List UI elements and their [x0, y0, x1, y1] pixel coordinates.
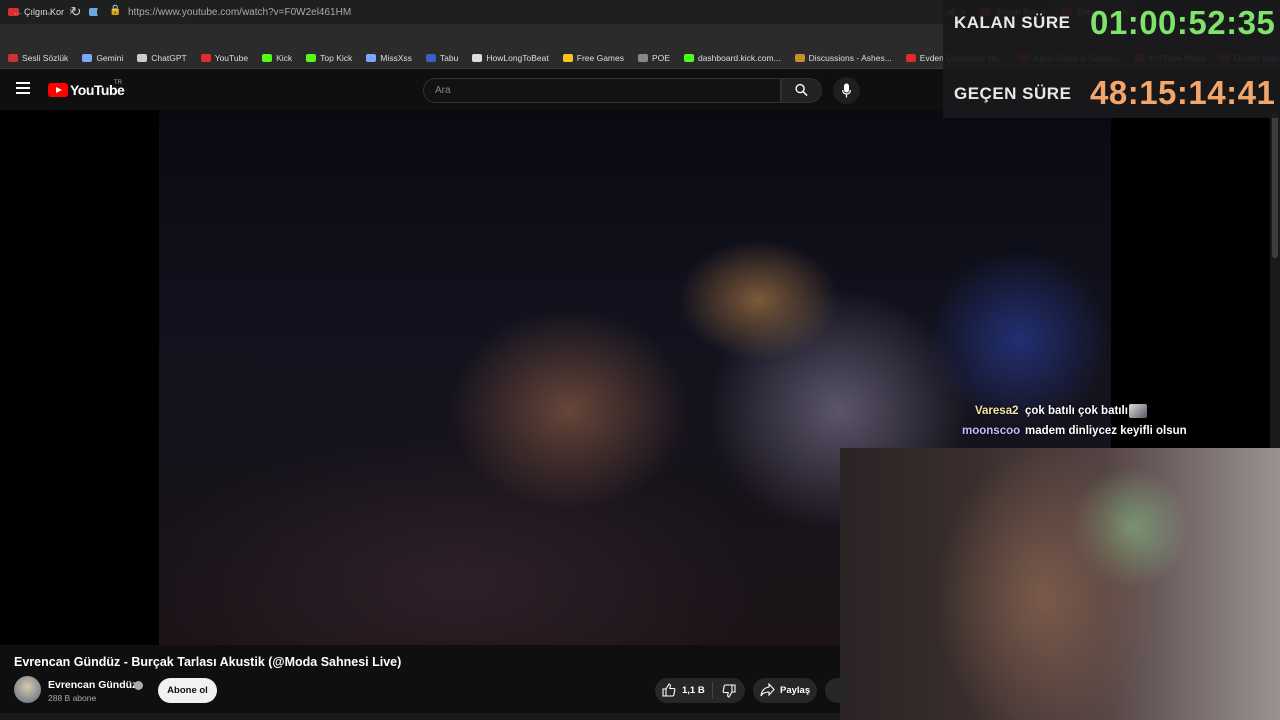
- like-divider: [712, 682, 713, 699]
- bookmark-label: Free Games: [576, 53, 624, 63]
- bookmark-label: Gemini: [96, 53, 124, 63]
- microphone-icon: [842, 83, 851, 98]
- bookmark-item[interactable]: Sesli Sözlük: [8, 53, 68, 63]
- bookmark-label: ChatGPT: [151, 53, 187, 63]
- chat-emote-icon: [1129, 404, 1147, 418]
- bookmark-favicon-icon: [683, 54, 694, 62]
- url-text[interactable]: https://www.youtube.com/watch?v=F0W2el46…: [128, 7, 351, 18]
- like-count: 1,1 B: [682, 685, 705, 696]
- reload-icon[interactable]: ↻: [67, 3, 85, 21]
- bookmark-favicon-icon: [638, 54, 648, 62]
- bookmark-favicon-icon: [562, 54, 573, 62]
- bookmark-item[interactable]: Tabu: [425, 53, 459, 63]
- channel-avatar[interactable]: [14, 676, 41, 703]
- bookmark-favicon-icon: [794, 54, 805, 62]
- bookmark-label: Kick: [276, 53, 293, 63]
- bookmark-label: Top Kick: [320, 53, 353, 63]
- thumbs-up-icon: [662, 683, 676, 697]
- bookmark-item[interactable]: Gemini: [82, 53, 123, 63]
- remaining-time-label: KALAN SÜRE: [954, 13, 1071, 32]
- bookmark-label: Discussions - Ashes...: [808, 53, 892, 63]
- bookmark-favicon-icon: [366, 54, 377, 62]
- bookmark-item[interactable]: dashboard.kick.com...: [683, 53, 781, 63]
- save-button[interactable]: [825, 678, 845, 703]
- lock-icon[interactable]: 🔒: [109, 5, 121, 16]
- bookmark-label: dashboard.kick.com...: [697, 53, 781, 63]
- chat-message: çok batılı çok batılı: [1025, 405, 1128, 417]
- bookmark-favicon-icon: [200, 54, 211, 62]
- bookmark-label: YouTube: [214, 53, 249, 63]
- elapsed-time-label: GEÇEN SÜRE: [954, 84, 1072, 103]
- youtube-logo-icon[interactable]: [48, 83, 68, 97]
- search-icon: [795, 83, 808, 97]
- subscriber-count: 288 B abone: [48, 693, 97, 703]
- share-icon: [760, 683, 775, 697]
- share-label: Paylaş: [780, 685, 811, 696]
- bookmark-label: POE: [652, 53, 670, 63]
- menu-icon[interactable]: [16, 82, 30, 94]
- bookmark-item[interactable]: Top Kick: [306, 53, 352, 63]
- bookmark-item[interactable]: Discussions - Ashes...: [794, 53, 892, 63]
- bookmark-favicon-icon: [472, 54, 483, 62]
- subscribe-button[interactable]: Abone ol: [158, 678, 217, 703]
- forward-icon[interactable]: →: [38, 3, 56, 21]
- chat-message: madem dinliycez keyifli olsun: [1025, 425, 1187, 437]
- bookmark-item[interactable]: MissXss: [366, 53, 412, 63]
- remaining-time-value: 01:00:52:35: [1090, 4, 1276, 41]
- bookmark-favicon-icon: [8, 54, 18, 62]
- chat-username: moonscoo: [962, 425, 1021, 437]
- bookmark-item[interactable]: ChatGPT: [137, 53, 187, 63]
- video-title: Evrencan Gündüz - Burçak Tarlası Akustik…: [14, 655, 402, 669]
- bookmark-label: Sesli Sözlük: [22, 53, 69, 63]
- bookmark-favicon-icon: [425, 54, 436, 62]
- region-label: TR: [114, 80, 122, 86]
- webcam-overlay: [840, 448, 1280, 720]
- search-input[interactable]: Ara: [423, 78, 781, 103]
- scrollbar-thumb[interactable]: [1272, 112, 1278, 258]
- back-icon[interactable]: ←: [9, 3, 27, 21]
- bookmark-label: MissXss: [380, 53, 412, 63]
- bookmark-favicon-icon: [137, 54, 148, 62]
- bookmark-favicon-icon: [306, 54, 317, 62]
- bookmark-label: HowLongToBeat: [486, 53, 549, 63]
- page-bottom-strip: [0, 713, 840, 720]
- verified-icon: [134, 681, 143, 690]
- elapsed-time-value: 48:15:14:41: [1090, 74, 1276, 111]
- bookmark-label: Tabu: [439, 53, 459, 63]
- channel-name[interactable]: Evrencan Gündüz: [48, 679, 137, 691]
- thumbs-down-icon[interactable]: [722, 684, 736, 698]
- bookmark-item[interactable]: HowLongToBeat: [472, 53, 549, 63]
- bookmark-item[interactable]: POE: [638, 53, 670, 63]
- bookmark-item[interactable]: Free Games: [562, 53, 624, 63]
- bookmark-favicon-icon: [82, 54, 93, 62]
- bookmark-favicon-icon: [905, 54, 916, 62]
- bookmark-item[interactable]: YouTube: [200, 53, 249, 63]
- chat-username: Varesa2: [975, 405, 1019, 417]
- bookmark-item[interactable]: Kick: [262, 53, 292, 63]
- bookmark-favicon-icon: [262, 54, 273, 62]
